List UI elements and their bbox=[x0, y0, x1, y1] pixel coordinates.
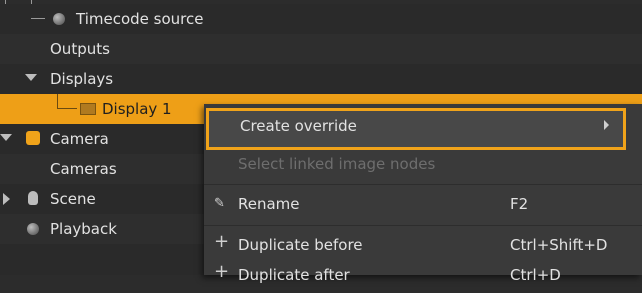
sphere-icon bbox=[53, 13, 65, 25]
menu-item-select-linked-image-nodes: Select linked image nodes bbox=[204, 146, 642, 182]
tree-item-label: Camera bbox=[50, 130, 109, 148]
tree-item-label: Cameras bbox=[50, 160, 117, 178]
menu-item-label: Select linked image nodes bbox=[238, 155, 436, 173]
menu-item-label: Rename bbox=[238, 195, 300, 213]
tree-item-displays[interactable]: Displays bbox=[0, 64, 642, 94]
menu-separator bbox=[204, 225, 642, 226]
tree-line bbox=[57, 108, 77, 109]
menu-item-shortcut: Ctrl+D bbox=[510, 266, 561, 284]
tree-line bbox=[57, 94, 58, 108]
display-icon bbox=[80, 103, 96, 115]
expand-triangle-icon[interactable] bbox=[25, 74, 37, 81]
tree-item-label: Timecode source bbox=[76, 10, 204, 28]
tree-item-label: Playback bbox=[50, 220, 117, 238]
menu-item-label: Duplicate after bbox=[238, 266, 350, 284]
expand-triangle-icon[interactable] bbox=[0, 134, 12, 141]
rename-icon: ✎ bbox=[214, 196, 225, 211]
tree-line bbox=[31, 18, 45, 19]
plus-icon: + bbox=[214, 231, 230, 252]
camera-node-icon bbox=[26, 131, 40, 145]
menu-item-label: Create override bbox=[240, 117, 357, 135]
menu-item-shortcut: F2 bbox=[510, 195, 529, 213]
tree-item-label: Outputs bbox=[50, 40, 110, 58]
plus-icon: + bbox=[214, 261, 230, 282]
tree-item-label: Display 1 bbox=[102, 100, 172, 118]
menu-item-create-override[interactable]: Create override bbox=[206, 108, 626, 150]
tree-item-outputs[interactable]: Outputs bbox=[0, 34, 642, 64]
menu-item-duplicate-after[interactable]: + Duplicate after Ctrl+D bbox=[204, 257, 642, 293]
submenu-arrow-icon bbox=[604, 120, 609, 130]
tree-item-label: Displays bbox=[50, 70, 114, 88]
tree-item-label: Scene bbox=[50, 190, 96, 208]
sphere-icon bbox=[27, 223, 39, 235]
menu-item-shortcut: Ctrl+Shift+D bbox=[510, 236, 608, 254]
menu-item-rename[interactable]: ✎ Rename F2 bbox=[204, 186, 642, 222]
menu-item-label: Duplicate before bbox=[238, 236, 363, 254]
tree-item-timecode-source[interactable]: Timecode source bbox=[0, 4, 642, 34]
scene-icon bbox=[28, 191, 38, 205]
collapse-triangle-icon[interactable] bbox=[3, 193, 10, 205]
context-menu: Create override Select linked image node… bbox=[204, 104, 642, 284]
menu-separator bbox=[204, 184, 642, 185]
